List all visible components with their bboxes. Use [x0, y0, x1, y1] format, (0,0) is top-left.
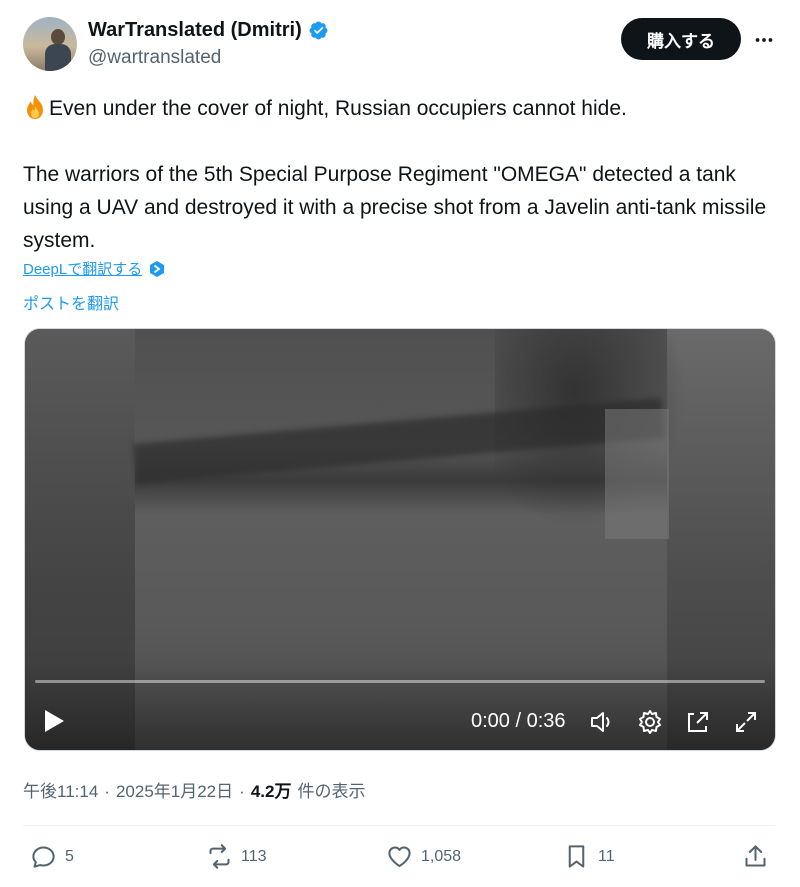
picture-in-picture-icon[interactable] — [685, 709, 711, 735]
deepl-translate-link[interactable]: DeepLで翻訳する — [23, 258, 166, 279]
video-player[interactable]: 0:00 / 0:36 — [24, 328, 776, 751]
tweet-meta: 午後11:14 · 2025年1月22日 · 4.2万 件の表示 — [23, 777, 365, 802]
fire-icon — [23, 94, 47, 120]
translate-post-link[interactable]: ポストを翻訳 — [23, 290, 119, 314]
author-name-row[interactable]: WarTranslated (Dmitri) — [88, 19, 329, 42]
view-count-label: 件の表示 — [297, 782, 366, 801]
buy-button[interactable]: 購入する — [621, 18, 741, 60]
post-date[interactable]: 2025年1月22日 — [116, 777, 233, 802]
post-time[interactable]: 午後11:14 — [23, 777, 98, 802]
more-options-icon[interactable] — [750, 26, 778, 54]
share-icon — [745, 845, 766, 867]
like-count: 1,058 — [421, 847, 462, 865]
video-controls-backdrop — [25, 660, 775, 750]
volume-icon[interactable] — [589, 709, 615, 735]
tweet-line-2: The warriors of the 5th Special Purpose … — [23, 163, 767, 252]
bookmark-button[interactable]: 11 — [563, 843, 615, 870]
reply-icon — [32, 846, 55, 868]
bookmark-icon — [568, 845, 585, 868]
repost-button[interactable]: 113 — [206, 843, 267, 870]
verified-badge-icon[interactable] — [308, 20, 329, 41]
heart-icon — [388, 846, 411, 868]
reply-count: 5 — [65, 847, 74, 865]
tweet-line-1-text: Even under the cover of night, Russian o… — [49, 97, 627, 120]
reply-button[interactable]: 5 — [30, 843, 74, 870]
deepl-icon — [148, 260, 166, 278]
video-progress-bar[interactable] — [35, 680, 765, 683]
tweet-text: Even under the cover of night, Russian o… — [23, 92, 773, 257]
video-bright-patch — [605, 409, 669, 539]
settings-gear-icon[interactable] — [637, 709, 663, 735]
share-button[interactable] — [742, 843, 769, 870]
meta-separator-2: · — [239, 782, 245, 801]
video-time: 0:00 / 0:36 — [471, 710, 566, 732]
play-icon[interactable] — [43, 709, 65, 733]
meta-separator: · — [104, 782, 110, 801]
author-display-name[interactable]: WarTranslated (Dmitri) — [88, 19, 302, 42]
tweet-line-1: Even under the cover of night, Russian o… — [23, 92, 773, 125]
bookmark-count: 11 — [598, 847, 615, 865]
view-count: 4.2万 — [250, 782, 292, 801]
divider — [23, 825, 775, 826]
repost-icon — [209, 844, 230, 869]
fullscreen-icon[interactable] — [733, 709, 759, 735]
repost-count: 113 — [241, 847, 267, 865]
author-handle[interactable]: @wartranslated — [88, 47, 221, 69]
deepl-link-label[interactable]: DeepLで翻訳する — [23, 258, 142, 279]
avatar[interactable] — [23, 17, 77, 71]
like-button[interactable]: 1,058 — [386, 843, 461, 870]
